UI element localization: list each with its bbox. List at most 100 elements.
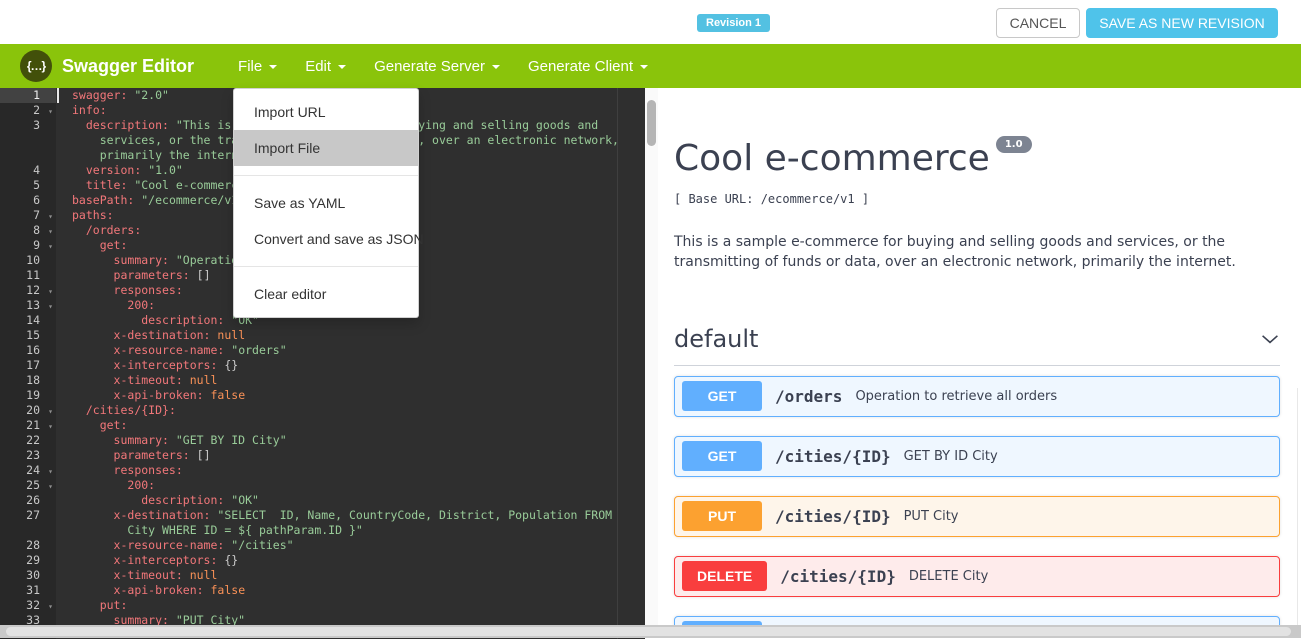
line-number-text: 14 — [26, 313, 40, 327]
fold-toggle-icon[interactable]: ▾ — [48, 104, 53, 119]
menu-item-import-file[interactable]: Import File — [234, 130, 418, 166]
code-content: get: — [56, 418, 645, 433]
horizontal-scrollbar-thumb[interactable] — [6, 627, 1291, 636]
menu-generate-client[interactable]: Generate Client — [528, 58, 648, 75]
editor-line: 26 description: "OK" — [0, 493, 645, 508]
operations-list: GET/ordersOperation to retrieve all orde… — [674, 376, 1280, 626]
save-as-new-revision-button[interactable]: SAVE AS NEW REVISION — [1086, 8, 1278, 38]
line-number-text: 18 — [26, 373, 40, 387]
token: x-destination: — [114, 328, 211, 342]
token: description: — [141, 493, 224, 507]
token: get: — [100, 418, 128, 432]
menu-item-save-as-yaml[interactable]: Save as YAML — [234, 185, 418, 221]
swagger-logo-icon: {…} — [20, 50, 52, 82]
token — [72, 178, 86, 192]
fold-toggle-icon[interactable]: ▾ — [48, 209, 53, 224]
fold-toggle-icon[interactable]: ▾ — [48, 464, 53, 479]
token — [72, 358, 114, 372]
operation-row[interactable]: DELETE/cities/{ID}DELETE City — [674, 556, 1280, 597]
cancel-button[interactable]: CANCEL — [996, 8, 1080, 38]
token: "2.0" — [134, 88, 169, 102]
text-cursor — [57, 88, 59, 103]
menu-item-clear-editor[interactable]: Clear editor — [234, 276, 418, 312]
horizontal-scrollbar[interactable] — [0, 625, 1301, 638]
code-row: x-api-broken: false — [72, 388, 645, 403]
code-content: summary: "GET BY ID City" — [56, 433, 645, 448]
operation-row[interactable]: GET/cities/{ID}GET BY ID City — [674, 436, 1280, 477]
api-version-badge: 1.0 — [996, 136, 1032, 153]
token: summary: — [114, 253, 169, 267]
menu-file[interactable]: File — [238, 58, 277, 75]
token — [72, 403, 86, 417]
token: City WHERE ID = ${ pathParam.ID }" — [127, 523, 362, 537]
caret-down-icon — [269, 65, 277, 69]
api-description: This is a sample e-commerce for buying a… — [674, 232, 1259, 273]
fold-toggle-icon[interactable]: ▾ — [48, 404, 53, 419]
line-number: 30 — [0, 568, 56, 583]
menu-generate-server[interactable]: Generate Server — [374, 58, 500, 75]
operation-row[interactable]: GET/ordersOperation to retrieve all orde… — [674, 376, 1280, 417]
token — [72, 118, 86, 132]
swagger-editor-app: Revision 1 CANCEL SAVE AS NEW REVISION {… — [0, 0, 1301, 639]
line-number-text: 2 — [33, 103, 40, 117]
token: get: — [100, 238, 128, 252]
token: 200: — [127, 298, 155, 312]
token — [72, 163, 86, 177]
token: {} — [217, 358, 238, 372]
code-row: /cities/{ID}: — [72, 403, 645, 418]
fold-toggle-icon[interactable]: ▾ — [48, 479, 53, 494]
fold-toggle-icon[interactable]: ▾ — [48, 419, 53, 434]
code-row: City WHERE ID = ${ pathParam.ID }" — [72, 523, 645, 538]
line-number: 8▾ — [0, 223, 56, 238]
panel-scrollbar-track — [1297, 388, 1298, 626]
code-row: x-interceptors: {} — [72, 358, 645, 373]
fold-toggle-icon[interactable]: ▾ — [48, 299, 53, 314]
code-content: x-destination: null — [56, 328, 645, 343]
token — [72, 313, 141, 327]
fold-toggle-icon[interactable]: ▾ — [48, 284, 53, 299]
code-content: responses: — [56, 463, 645, 478]
operation-summary: DELETE City — [909, 569, 988, 584]
line-number: 24▾ — [0, 463, 56, 478]
line-number: 22 — [0, 433, 56, 448]
line-number: 21 ▾ — [0, 418, 56, 433]
menu-label: Edit — [305, 58, 331, 75]
line-number: 19 — [0, 388, 56, 403]
operation-summary: PUT City — [904, 509, 959, 524]
token: x-resource-name: — [114, 343, 225, 357]
line-number-text: 6 — [33, 193, 40, 207]
line-number: 5 — [0, 178, 56, 193]
fold-toggle-icon[interactable]: ▾ — [48, 599, 53, 614]
token — [72, 553, 114, 567]
token — [72, 493, 141, 507]
token: "GET BY ID City" — [176, 433, 287, 447]
chevron-down-icon[interactable] — [1260, 329, 1280, 349]
code-row: put: — [72, 598, 645, 613]
fold-toggle-icon[interactable]: ▾ — [48, 239, 53, 254]
menu-item-import-url[interactable]: Import URL — [234, 94, 418, 130]
tag-section-header[interactable]: default — [674, 325, 1280, 366]
line-number-text: 21 — [26, 418, 40, 432]
line-number-text: 22 — [26, 433, 40, 447]
operation-path: /orders — [775, 387, 842, 406]
token — [72, 508, 114, 522]
token — [72, 268, 114, 282]
fold-toggle-icon[interactable]: ▾ — [48, 224, 53, 239]
menu-edit[interactable]: Edit — [305, 58, 346, 75]
token: "1.0" — [148, 163, 183, 177]
editor-line: 17 x-interceptors: {} — [0, 358, 645, 373]
line-number: 29 — [0, 553, 56, 568]
token — [72, 223, 86, 237]
menu-item-convert-and-save-as-json[interactable]: Convert and save as JSON — [234, 221, 418, 257]
line-number: 23 — [0, 448, 56, 463]
token: "/cities" — [231, 538, 293, 552]
line-number: 7▾ — [0, 208, 56, 223]
editor-vertical-scrollbar-thumb[interactable] — [647, 100, 656, 146]
line-number: 2▾ — [0, 103, 56, 118]
line-number-text: 4 — [33, 163, 40, 177]
editor-vertical-scrollbar[interactable] — [645, 88, 658, 626]
operation-row[interactable]: PUT/cities/{ID}PUT City — [674, 496, 1280, 537]
code-row: responses: — [72, 463, 645, 478]
line-number-text: 5 — [33, 178, 40, 192]
code-row: x-timeout: null — [72, 568, 645, 583]
